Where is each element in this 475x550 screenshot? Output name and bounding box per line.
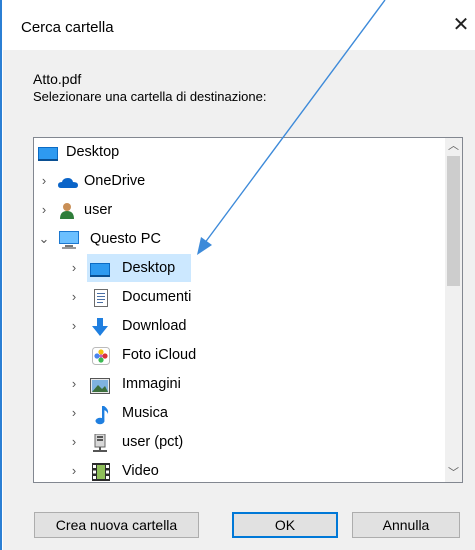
dialog-title: Cerca cartella (21, 19, 114, 36)
tree-item-label: user (84, 202, 113, 218)
expand-chevron-icon[interactable]: › (68, 457, 80, 482)
tree-item-label: Download (122, 318, 187, 334)
window-left-border (0, 0, 2, 550)
onedrive-icon (58, 173, 78, 189)
tree-item-label: OneDrive (84, 173, 146, 189)
expand-chevron-icon[interactable]: › (68, 312, 80, 340)
pictures-icon (90, 376, 110, 394)
music-icon (94, 405, 112, 425)
user-icon (58, 202, 76, 219)
expand-chevron-icon[interactable]: › (68, 428, 80, 456)
desktop-icon (90, 260, 110, 277)
tree-item-label: Documenti (122, 289, 192, 305)
expand-chevron-icon[interactable]: › (68, 399, 80, 427)
expand-chevron-icon[interactable]: › (68, 370, 80, 398)
instruction-label: Selezionare una cartella di destinazione… (33, 89, 267, 104)
vertical-scrollbar[interactable]: ︿ ﹀ (445, 138, 462, 482)
expand-chevron-icon[interactable]: › (38, 167, 50, 195)
download-icon (90, 318, 108, 336)
tree-item-label: Questo PC (90, 231, 161, 247)
tree-item-label: Musica (122, 405, 168, 421)
expand-chevron-icon[interactable]: › (38, 196, 50, 224)
ok-button[interactable]: OK (232, 512, 338, 538)
expand-chevron-icon[interactable]: › (68, 254, 80, 282)
video-icon (92, 463, 110, 481)
close-icon: ✕ (452, 14, 470, 36)
expand-chevron-icon[interactable]: › (68, 283, 80, 311)
scroll-down-icon[interactable]: ﹀ (445, 465, 462, 482)
documents-icon (94, 289, 112, 307)
new-folder-button[interactable]: Crea nuova cartella (34, 512, 199, 538)
tree-item-label: Video (122, 463, 159, 479)
tree-item-label: Foto iCloud (122, 347, 197, 363)
scroll-thumb[interactable] (447, 156, 460, 286)
close-button[interactable]: ✕ (448, 12, 474, 38)
collapse-chevron-icon[interactable]: ⌄ (38, 225, 50, 253)
folder-tree[interactable]: Desktop › OneDrive › user ⌄ Questo PC › … (33, 137, 463, 483)
icloud-photos-icon (92, 347, 110, 365)
file-name-label: Atto.pdf (33, 71, 82, 87)
pc-icon (58, 231, 79, 249)
tree-item-label: Desktop (122, 260, 176, 276)
tree-item-label: user (pct) (122, 434, 184, 450)
scroll-up-icon[interactable]: ︿ (445, 138, 462, 155)
cancel-button[interactable]: Annulla (352, 512, 460, 538)
desktop-icon (38, 144, 58, 161)
tree-item-label: Desktop (66, 144, 120, 160)
tree-item-label: Immagini (122, 376, 181, 392)
network-drive-icon (92, 433, 110, 452)
